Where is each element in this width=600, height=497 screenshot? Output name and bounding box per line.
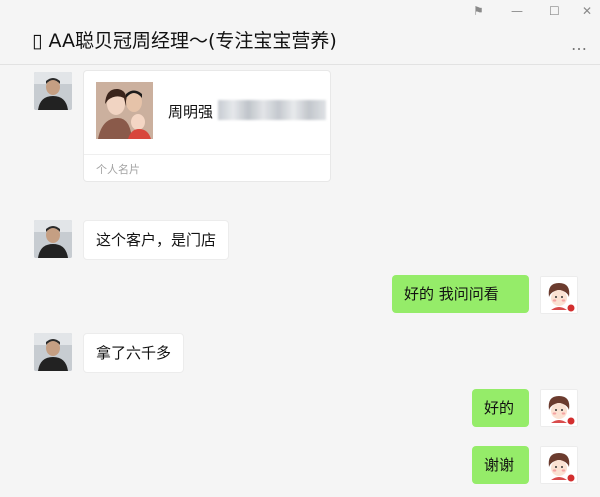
card-divider [84,154,330,155]
message-bubble[interactable]: 好的 [472,389,529,427]
avatar[interactable] [540,276,578,314]
close-icon[interactable]: ✕ [582,4,592,18]
cartoon-girl-avatar-icon [541,390,577,426]
message-bubble[interactable]: 这个客户，是门店 [83,220,230,260]
minimize-icon[interactable]: — [511,4,523,18]
avatar[interactable] [34,72,72,110]
redacted-number [218,100,326,120]
chat-title: ▯ AA聪贝冠周经理～(专注宝宝营养) [32,30,337,52]
message-bubble[interactable]: 谢谢 [472,446,529,484]
card-type-label: 个人名片 [96,163,140,176]
cartoon-girl-avatar-icon [541,447,577,483]
maximize-icon[interactable]: ☐ [549,4,560,18]
man-avatar-icon [34,72,72,110]
avatar[interactable] [540,446,578,484]
family-photo-icon [96,82,153,139]
contact-photo [96,82,153,139]
avatar[interactable] [34,333,72,371]
avatar[interactable] [540,389,578,427]
chat-header: ▯ AA聪贝冠周经理～(专注宝宝营养) ⚑ — ☐ ✕ … [0,0,600,65]
contact-card[interactable]: 周明强 个人名片 [83,70,331,182]
avatar[interactable] [34,220,72,258]
contact-name: 周明强 [168,103,214,121]
message-bubble[interactable]: 拿了六千多 [83,333,185,373]
cartoon-girl-avatar-icon [541,277,577,313]
man-avatar-icon [34,220,72,258]
more-icon[interactable]: … [571,35,588,54]
man-avatar-icon [34,333,72,371]
message-bubble[interactable]: 好的 我问问看 [392,275,529,313]
pin-icon[interactable]: ⚑ [473,4,484,18]
